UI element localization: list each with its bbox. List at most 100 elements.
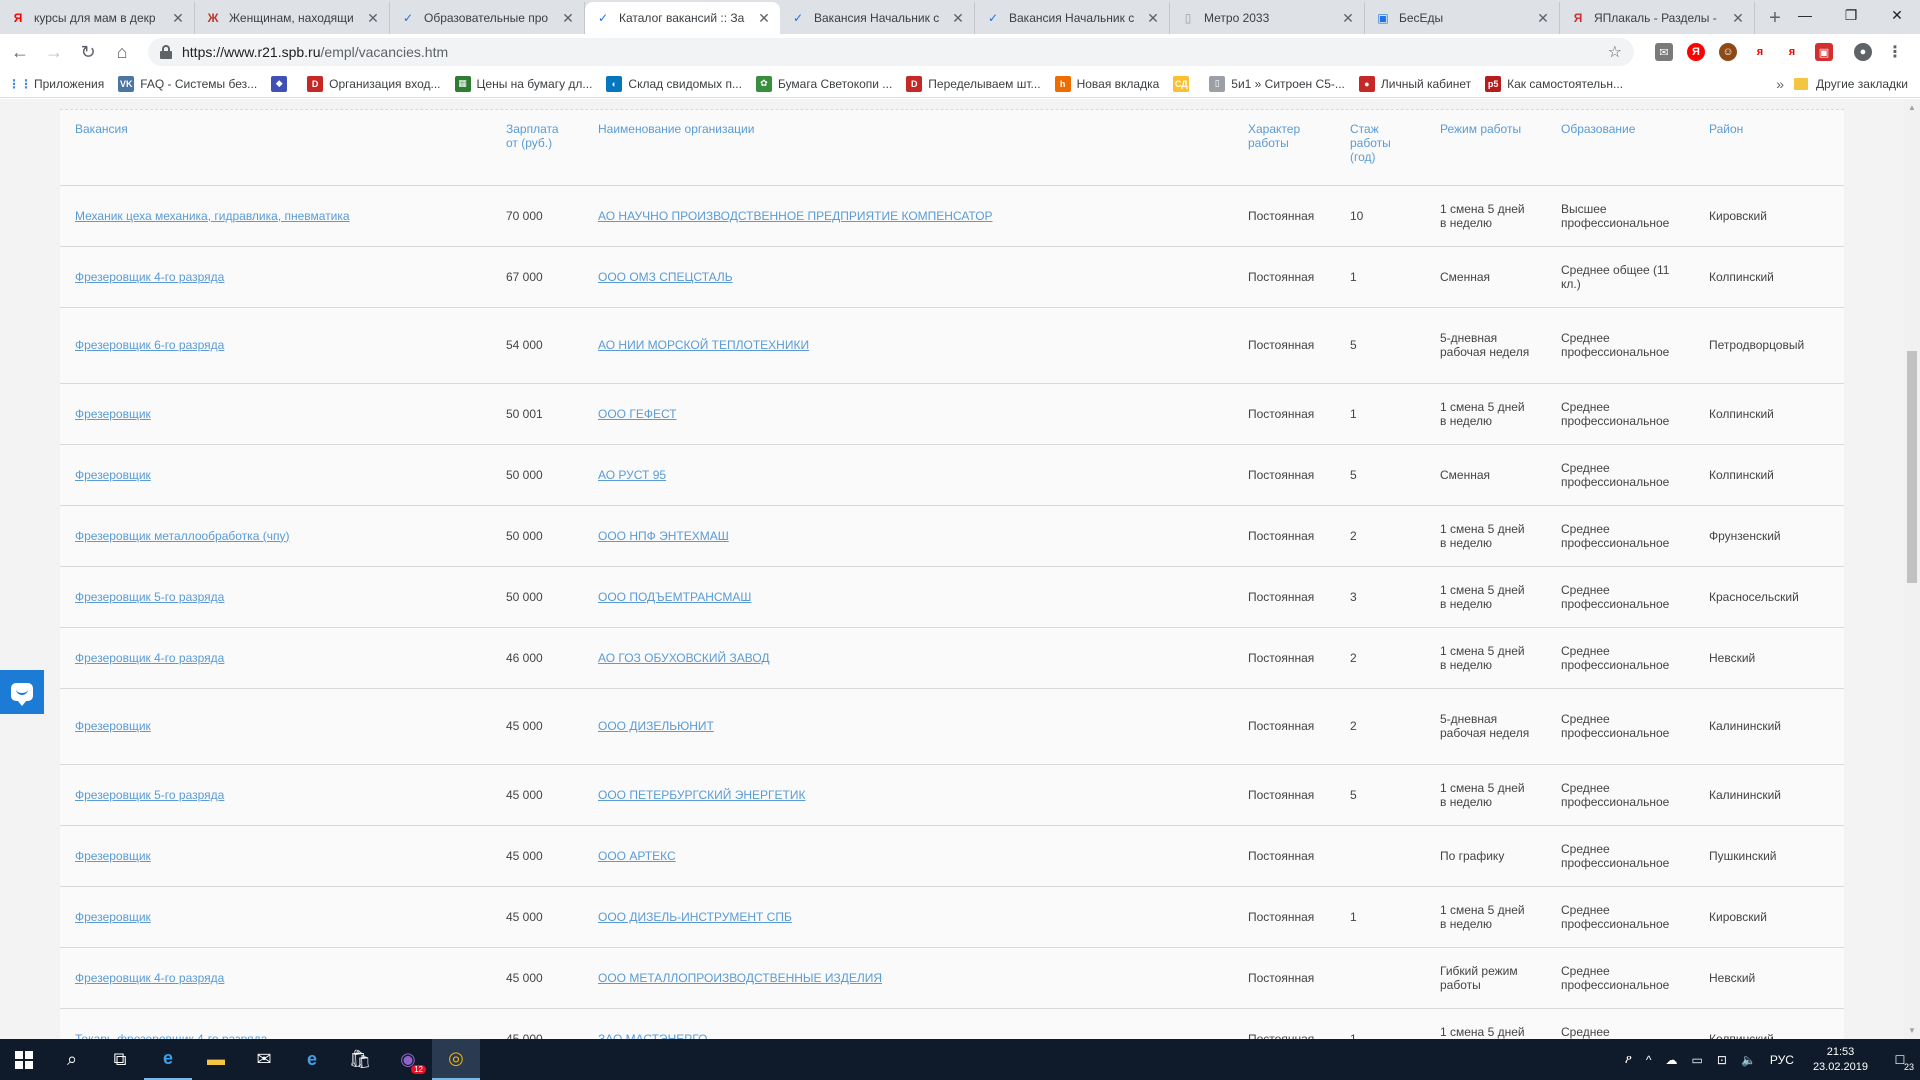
chrome-icon[interactable]: ◎ [432,1039,480,1080]
browser-tab[interactable]: ✓ Каталог вакансий :: За ✕ [585,2,780,34]
vacancy-link[interactable]: Токарь-фрезеровщик 4-го разряда [75,1032,267,1040]
close-tab-icon[interactable]: ✕ [1730,10,1746,26]
notification-center-icon[interactable]: ☐ 23 [1880,1039,1920,1080]
bookmark-item[interactable]: ● Личный кабинет [1358,75,1471,92]
vacancy-link[interactable]: Фрезеровщик 5-го разряда [75,590,224,604]
vacancy-link[interactable]: Фрезеровщик металлообработка (чпу) [75,529,289,543]
header-vacancy[interactable]: Вакансия [60,110,491,186]
organization-link[interactable]: ООО АРТЕКС [598,849,676,863]
store-icon[interactable]: 🛍 [336,1039,384,1080]
forward-button[interactable]: → [40,38,68,66]
edge-icon[interactable]: e [288,1039,336,1080]
back-button[interactable]: ← [6,38,34,66]
browser-tab[interactable]: Якурсы для мам в декр ✕ [0,2,195,34]
header-schedule[interactable]: Режим работы [1425,110,1546,186]
vacancy-link[interactable]: Фрезеровщик [75,719,151,733]
mail-icon[interactable]: ✉ [240,1039,288,1080]
organization-link[interactable]: АО НИИ МОРСКОЙ ТЕПЛОТЕХНИКИ [598,338,809,352]
bookmark-item[interactable]: h Новая вкладка [1054,75,1159,92]
organization-link[interactable]: АО НАУЧНО ПРОИЗВОДСТВЕННОЕ ПРЕДПРИЯТИЕ К… [598,209,993,223]
vacancy-link[interactable]: Фрезеровщик 4-го разряда [75,651,224,665]
bookmark-item[interactable]: ✿ Бумага Светокопи ... [755,75,892,92]
browser-tab[interactable]: ✓ Вакансия Начальник с ✕ [780,2,975,34]
chevron-up-icon[interactable]: ^ [1646,1053,1652,1067]
address-bar[interactable]: https://www.r21.spb.ru/empl/vacancies.ht… [148,38,1634,66]
bookmark-item[interactable]: ◐ Склад свидомых п... [606,75,742,92]
close-tab-icon[interactable]: ✕ [170,10,186,26]
chat-widget-button[interactable] [0,670,44,714]
vacancy-link[interactable]: Фрезеровщик 6-го разряда [75,338,224,352]
organization-link[interactable]: ООО МЕТАЛЛОПРОИЗВОДСТВЕННЫЕ ИЗДЕЛИЯ [598,971,882,985]
vacancy-link[interactable]: Фрезеровщик 5-го разряда [75,788,224,802]
language-indicator[interactable]: РУС [1770,1053,1794,1067]
page-scrollbar[interactable]: ▲ ▼ [1904,99,1920,1039]
organization-link[interactable]: ООО ГЕФЕСТ [598,407,677,421]
search-icon[interactable]: ⌕ [48,1039,96,1080]
browser-tab[interactable]: ▯ Метро 2033 ✕ [1170,2,1365,34]
organization-link[interactable]: ООО ПОДЪЕМТРАНСМАШ [598,590,751,604]
reload-button[interactable]: ↻ [74,38,102,66]
header-salary[interactable]: Зарплата от (руб.) [491,110,583,186]
organization-link[interactable]: ЗАО МАСТЭНЕРГО [598,1032,707,1040]
header-organization[interactable]: Наименование организации [583,110,1233,186]
vacancy-link[interactable]: Фрезеровщик 4-го разряда [75,971,224,985]
volume-icon[interactable]: 🔈 [1741,1053,1756,1067]
organization-link[interactable]: ООО ДИЗЕЛЬ-ИНСТРУМЕНТ СПБ [598,910,792,924]
organization-link[interactable]: АО ГОЗ ОБУХОВСКИЙ ЗАВОД [598,651,770,665]
organization-link[interactable]: АО РУСТ 95 [598,468,666,482]
scroll-up-arrow-icon[interactable]: ▲ [1908,103,1916,112]
task-view-icon[interactable]: ⧉ [96,1039,144,1080]
extension-ya-icon[interactable]: я [1751,43,1769,61]
person-icon[interactable]: ዖ [1625,1052,1632,1067]
vacancy-link[interactable]: Фрезеровщик [75,407,151,421]
extension-ya2-icon[interactable]: я [1783,43,1801,61]
start-button[interactable] [0,1039,48,1080]
bookmark-item[interactable]: D Переделываем шт... [906,75,1041,92]
organization-link[interactable]: ООО ПЕТЕРБУРГСКИЙ ЭНЕРГЕТИК [598,788,805,802]
close-tab-icon[interactable]: ✕ [950,10,966,26]
close-tab-icon[interactable]: ✕ [1145,10,1161,26]
browser-tab[interactable]: ▣ БесЕды ✕ [1365,2,1560,34]
browser-menu-icon[interactable]: ⋮ [1886,43,1904,61]
vacancy-link[interactable]: Фрезеровщик [75,849,151,863]
viber-icon[interactable]: ◉ 12 [384,1039,432,1080]
scrollbar-thumb[interactable] [1907,351,1917,583]
bookmark-item[interactable]: VK FAQ - Системы без... [118,75,257,92]
bookmarks-overflow-button[interactable]: » [1776,76,1784,92]
header-experience[interactable]: Стаж работы (год) [1335,110,1425,186]
browser-tab[interactable]: Я ЯПлакаль - Разделы - ✕ [1560,2,1755,34]
browser-tab[interactable]: ✓ Вакансия Начальник с ✕ [975,2,1170,34]
file-explorer-icon[interactable]: ▬ [192,1039,240,1080]
close-tab-icon[interactable]: ✕ [365,10,381,26]
close-tab-icon[interactable]: ✕ [756,10,772,26]
header-work-type[interactable]: Характер работы [1233,110,1335,186]
vacancy-link[interactable]: Механик цеха механика, гидравлика, пневм… [75,209,350,223]
other-bookmarks-button[interactable]: Другие закладки [1794,77,1908,91]
network-icon[interactable]: ⊡ [1717,1053,1727,1067]
close-window-button[interactable]: ✕ [1874,0,1920,30]
vacancy-link[interactable]: Фрезеровщик 4-го разряда [75,270,224,284]
restore-button[interactable]: ❐ [1828,0,1874,30]
header-district[interactable]: Район [1694,110,1844,186]
clock[interactable]: 21:53 23.02.2019 [1813,1045,1868,1075]
browser-tab[interactable]: ✓ Образовательные про ✕ [390,2,585,34]
bookmark-item[interactable]: СД [1173,75,1195,92]
organization-link[interactable]: ООО НПФ ЭНТЕХМАШ [598,529,729,543]
bookmark-item[interactable]: ⋮⋮ Приложения [8,76,104,92]
browser-tab[interactable]: Ж Женщинам, находящи ✕ [195,2,390,34]
cloud-icon[interactable]: ☁ [1666,1053,1678,1067]
vacancy-link[interactable]: Фрезеровщик [75,910,151,924]
profile-avatar-icon[interactable]: ● [1854,43,1872,61]
extension-red-icon[interactable]: ▣ [1815,43,1833,61]
header-education[interactable]: Образование [1546,110,1694,186]
close-tab-icon[interactable]: ✕ [560,10,576,26]
close-tab-icon[interactable]: ✕ [1340,10,1356,26]
organization-link[interactable]: ООО ДИЗЕЛЬЮНИТ [598,719,714,733]
extension-avatar-icon[interactable]: ☺ [1719,43,1737,61]
extension-mail-icon[interactable]: ✉ [1655,43,1673,61]
bookmark-item[interactable]: p5 Как самостоятельн... [1485,75,1623,92]
home-button[interactable]: ⌂ [108,38,136,66]
internet-explorer-icon[interactable]: e [144,1039,192,1080]
scroll-down-arrow-icon[interactable]: ▼ [1908,1026,1916,1035]
battery-icon[interactable]: ▭ [1692,1053,1703,1067]
